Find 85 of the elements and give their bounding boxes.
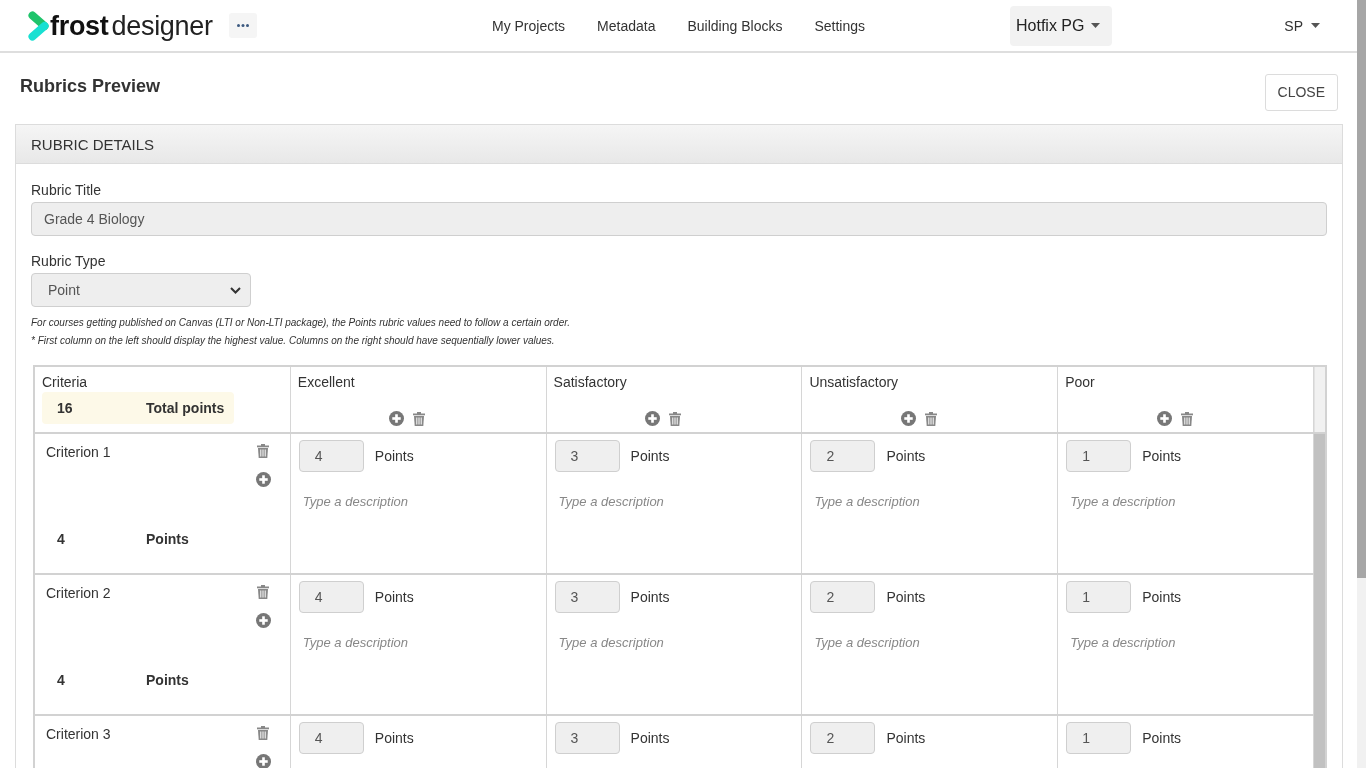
note-text: For courses getting published on Canvas (LTI or Non-LTI package), the Points rubric values need to follow a certain order. xyxy=(31,316,570,330)
add-icon[interactable] xyxy=(255,613,271,628)
points-label: Points xyxy=(1142,730,1182,746)
nav-link[interactable]: Metadata xyxy=(597,17,656,34)
criterion-points-value: 4 xyxy=(57,672,65,688)
total-points-label: Total points xyxy=(146,400,225,416)
points-field[interactable]: 2 xyxy=(810,581,876,613)
criterion-points-label: Points xyxy=(146,672,189,688)
points-label: Points xyxy=(1142,589,1182,605)
close-button[interactable]: CLOSE xyxy=(1264,73,1338,111)
logo-wordmark: frostdesigner xyxy=(50,10,213,41)
description-field[interactable]: Type a description xyxy=(554,492,794,562)
scrollbar-thumb[interactable] xyxy=(1357,0,1366,578)
points-label: Points xyxy=(630,589,670,605)
field-label: Rubric Title xyxy=(31,182,102,199)
trash-icon[interactable] xyxy=(257,585,270,599)
points-label: Points xyxy=(1142,448,1182,464)
ellipsis-icon xyxy=(236,24,249,27)
description-field[interactable]: Type a description xyxy=(1066,633,1305,703)
workspace-dropdown[interactable]: Hotfix PG xyxy=(1010,5,1113,46)
total-points-value: 16 xyxy=(57,400,73,416)
trash-icon[interactable] xyxy=(257,444,270,458)
description-field[interactable]: Type a description xyxy=(554,633,794,703)
description-field[interactable]: Type a description xyxy=(810,492,1050,562)
logo-chevron-icon xyxy=(28,10,50,41)
points-field[interactable]: 3 xyxy=(554,722,620,754)
points-field[interactable]: 3 xyxy=(554,440,620,472)
trash-icon[interactable] xyxy=(669,411,681,426)
points-field[interactable]: 4 xyxy=(298,581,364,613)
points-label: Points xyxy=(374,448,414,464)
points-label: Points xyxy=(630,448,670,464)
more-button[interactable] xyxy=(228,13,257,38)
caret-icon xyxy=(1091,23,1101,28)
column-header: Poor xyxy=(1065,374,1095,390)
criterion-name: Criterion 1 xyxy=(46,444,111,460)
points-field[interactable]: 2 xyxy=(810,722,876,754)
add-icon[interactable] xyxy=(900,411,916,426)
points-field[interactable]: 4 xyxy=(298,722,364,754)
criterion-points-label: Points xyxy=(146,531,189,547)
user-menu[interactable]: SP xyxy=(1284,13,1320,38)
page-title: Rubrics Preview xyxy=(20,75,161,97)
scrollbar-track xyxy=(1314,367,1325,432)
nav-link[interactable]: Building Blocks xyxy=(687,17,783,34)
add-icon[interactable] xyxy=(389,411,405,426)
column-header: Unsatisfactory xyxy=(809,374,899,390)
points-label: Points xyxy=(374,589,414,605)
criterion-name: Criterion 3 xyxy=(46,726,111,742)
points-field[interactable]: 4 xyxy=(298,440,364,472)
criterion-points-value: 4 xyxy=(57,531,65,547)
description-field[interactable]: Type a description xyxy=(1066,492,1305,562)
criterion-name: Criterion 2 xyxy=(46,585,111,601)
description-field[interactable]: Type a description xyxy=(810,633,1050,703)
trash-icon[interactable] xyxy=(257,726,270,740)
chevron-down-icon xyxy=(230,286,241,294)
nav-link[interactable]: Settings xyxy=(814,17,865,34)
points-label: Points xyxy=(886,730,926,746)
panel-title: RUBRIC DETAILS xyxy=(16,125,1342,164)
description-field[interactable]: Type a description xyxy=(298,492,538,562)
nav-link[interactable]: My Projects xyxy=(492,17,566,34)
points-label: Points xyxy=(630,730,670,746)
add-icon[interactable] xyxy=(255,472,271,487)
caret-icon xyxy=(1311,23,1320,28)
trash-icon[interactable] xyxy=(924,411,937,426)
rubric-type-select[interactable]: Point xyxy=(31,273,251,307)
add-icon[interactable] xyxy=(645,411,660,426)
note-text: * First column on the left should display the highest value. Columns on the right should have sequentially lower values. xyxy=(31,334,555,348)
description-field[interactable]: Type a description xyxy=(298,633,538,703)
trash-icon[interactable] xyxy=(413,411,426,426)
points-label: Points xyxy=(886,589,926,605)
points-field[interactable]: 3 xyxy=(554,581,620,613)
points-label: Points xyxy=(374,730,414,746)
points-label: Points xyxy=(886,448,926,464)
column-header: Excellent xyxy=(297,374,355,390)
add-icon[interactable] xyxy=(1156,411,1172,426)
points-field[interactable]: 2 xyxy=(810,440,876,472)
points-field[interactable]: 1 xyxy=(1066,722,1132,754)
scrollbar-thumb[interactable] xyxy=(1314,434,1325,768)
points-field[interactable]: 1 xyxy=(1066,440,1132,472)
trash-icon[interactable] xyxy=(1180,411,1193,426)
rubric-title-field[interactable]: Grade 4 Biology xyxy=(31,202,1327,236)
add-icon[interactable] xyxy=(255,754,271,768)
column-header: Criteria xyxy=(42,374,88,390)
points-field[interactable]: 1 xyxy=(1066,581,1132,613)
column-header: Satisfactory xyxy=(553,374,627,390)
field-label: Rubric Type xyxy=(31,253,106,270)
